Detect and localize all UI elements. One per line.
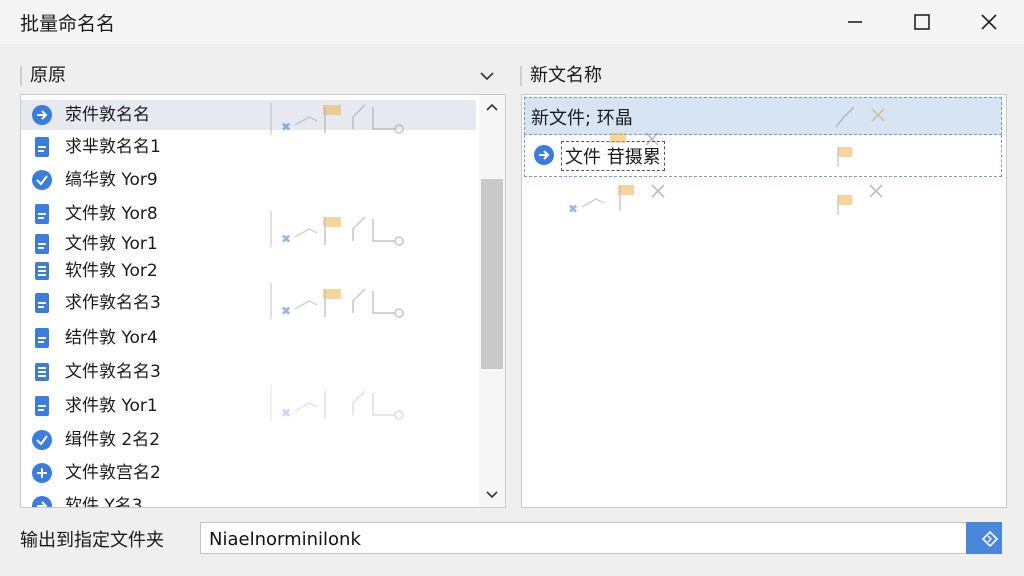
faded-artifact-icon: ✖ xyxy=(270,211,404,247)
document-icon xyxy=(35,293,49,313)
target-item-label: 新文件; 环晶 xyxy=(531,108,633,129)
list-icon xyxy=(35,363,49,381)
faded-artifact-icon xyxy=(837,184,883,215)
list-icon xyxy=(35,262,49,280)
close-button[interactable] xyxy=(966,6,1012,38)
faded-artifact-icon: ✖ xyxy=(270,103,404,135)
check-circle-icon xyxy=(32,430,52,450)
faded-artifact-icon: ✖ xyxy=(270,385,404,421)
target-panel-header: 新文名称 xyxy=(520,62,1004,90)
document-icon xyxy=(35,396,49,416)
arrow-circle-icon xyxy=(32,105,52,125)
maximize-button[interactable] xyxy=(899,6,945,38)
svg-text:✖: ✖ xyxy=(568,202,578,216)
source-item-label: 求件敦 Yor1 xyxy=(65,396,158,416)
source-list-item[interactable]: 缟华敦 Yor9 xyxy=(21,165,476,195)
maximize-icon xyxy=(914,14,930,30)
source-item-label: 求作敦名名3 xyxy=(65,293,161,313)
faded-artifact-icon: ✖ xyxy=(568,184,665,216)
source-item-label: 文件敦宫名2 xyxy=(65,463,161,483)
faded-artifact-icon xyxy=(835,106,885,128)
plus-circle-icon xyxy=(32,463,52,483)
chevron-up-icon[interactable] xyxy=(483,99,501,117)
minimize-button[interactable] xyxy=(832,6,878,38)
svg-text:✖: ✖ xyxy=(281,304,291,318)
source-item-label: 文件敦 Yor1 xyxy=(65,234,158,254)
faded-artifact-icon: ✖ xyxy=(270,283,404,319)
source-item-label: 结件敦 Yor4 xyxy=(65,328,158,348)
window-title: 批量命名名 xyxy=(20,13,116,35)
document-icon xyxy=(35,204,49,224)
source-file-list[interactable]: 荥件敦名名求芈敦名名1 缟华敦 Yor9 文件敦 Yor8 文件敦 Yor1 软件敦 Y… xyxy=(20,94,506,508)
close-icon xyxy=(981,14,997,30)
source-item-label: 缉件敦 2名2 xyxy=(65,430,161,450)
target-list-item[interactable]: 新文件; 环晶 xyxy=(524,97,1002,135)
target-list-item[interactable]: 文件 苷摄累 xyxy=(524,135,1002,177)
document-icon xyxy=(35,137,49,157)
source-list-item[interactable]: 结件敦 Yor4 xyxy=(21,323,476,353)
scrollbar-thumb[interactable] xyxy=(481,179,503,369)
source-item-label: 文件敦名名3 xyxy=(65,362,161,382)
svg-text:✖: ✖ xyxy=(281,406,291,420)
output-folder-field[interactable] xyxy=(200,522,968,554)
faded-artifact-icon xyxy=(837,147,852,167)
check-circle-icon xyxy=(32,170,52,190)
source-item-label: 软件 Y名3 xyxy=(65,496,143,508)
document-icon xyxy=(35,234,49,254)
output-folder-input[interactable] xyxy=(207,526,951,552)
faded-artifact-icon xyxy=(610,132,659,146)
arrow-circle-icon xyxy=(32,496,52,507)
header-divider xyxy=(20,66,22,86)
browse-button[interactable] xyxy=(966,522,1002,554)
target-panel-title: 新文名称 xyxy=(530,65,602,86)
target-name-list[interactable]: 新文件; 环晶 文件 苷摄累 ✖ xyxy=(521,94,1007,508)
minimize-icon xyxy=(848,21,862,23)
source-panel-title: 原原 xyxy=(30,65,66,86)
source-list-item[interactable]: 缉件敦 2名2 xyxy=(21,425,476,455)
svg-text:✖: ✖ xyxy=(281,232,291,246)
output-folder-label: 输出到指定文件夹 xyxy=(20,530,164,551)
title-bar: 批量命名名 xyxy=(0,0,1024,44)
source-item-label: 求芈敦名名1 xyxy=(65,137,161,157)
header-divider xyxy=(520,66,522,86)
source-item-label: 软件敦 Yor2 xyxy=(65,261,158,281)
chevron-down-icon[interactable] xyxy=(483,485,501,503)
arrow-circle-icon xyxy=(534,145,554,165)
batch-rename-window: 批量命名名 原原 新文名称 荥件敦名名 求芈敦名名1 缟华敦 Yor9 文件敦 … xyxy=(0,0,1024,576)
svg-text:✖: ✖ xyxy=(281,120,291,134)
source-item-label: 文件敦 Yor8 xyxy=(65,204,158,224)
source-list-item[interactable]: 软件 Y名3 xyxy=(21,491,476,508)
diamond-arrow-icon xyxy=(981,530,999,548)
source-list-item[interactable]: 文件敦宫名2 xyxy=(21,458,476,488)
source-item-label: 荥件敦名名 xyxy=(65,105,150,125)
source-item-label: 缟华敦 Yor9 xyxy=(65,170,158,190)
document-icon xyxy=(35,328,49,348)
source-panel-header[interactable]: 原原 xyxy=(20,62,504,90)
vertical-scrollbar[interactable] xyxy=(479,95,505,507)
chevron-down-icon[interactable] xyxy=(478,62,496,90)
